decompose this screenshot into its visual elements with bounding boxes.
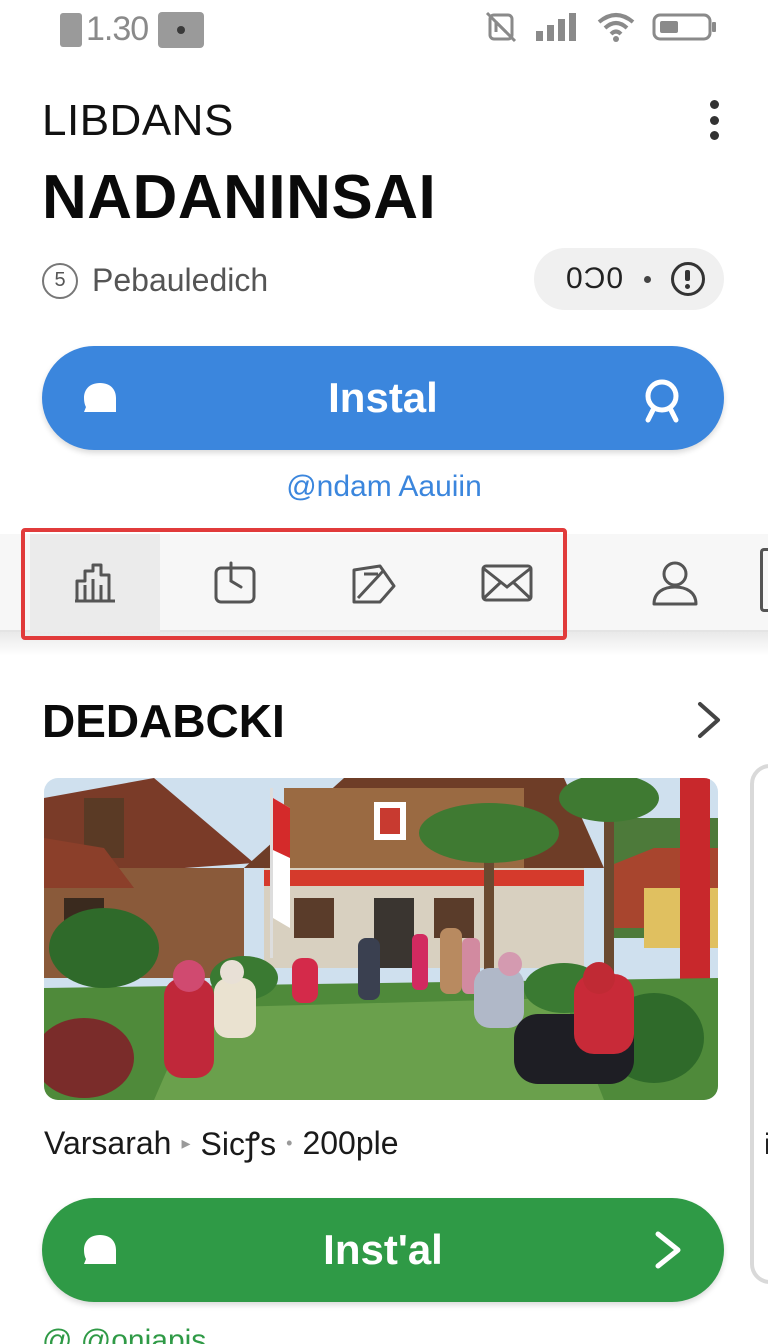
app-title: NADANINSAI bbox=[42, 163, 437, 232]
footer-link[interactable]: @ @oniapis bbox=[42, 1324, 206, 1344]
caption-part-3: 200ple bbox=[302, 1125, 399, 1161]
chat-bubble-icon bbox=[84, 383, 116, 412]
signal-icon bbox=[536, 13, 576, 41]
app-meta: 5 Pebauledich bbox=[42, 262, 268, 299]
meta-label: Pebauledich bbox=[92, 262, 269, 298]
caption-separator: • bbox=[286, 1133, 293, 1153]
info-icon bbox=[671, 262, 706, 296]
app-subtitle: LIBDANS bbox=[42, 96, 234, 145]
caption-part-1: Varsarah bbox=[44, 1125, 172, 1161]
next-card-label: i bbox=[764, 1128, 768, 1161]
pill-text: 0Ͻ0 bbox=[566, 262, 625, 295]
village-gathering-illustration bbox=[44, 778, 718, 1100]
chevron-right-icon[interactable] bbox=[694, 700, 724, 740]
install-button-secondary-label: Inst'al bbox=[323, 1226, 443, 1273]
more-options-icon[interactable] bbox=[700, 100, 728, 140]
install-button-secondary[interactable]: Inst'al bbox=[42, 1198, 724, 1302]
next-card-preview[interactable] bbox=[750, 764, 768, 1284]
card-caption: Varsarah ▸ Sicꝭs • 200ple bbox=[44, 1122, 399, 1165]
tab-overflow-edge bbox=[760, 548, 768, 612]
chevron-right-icon bbox=[655, 1231, 681, 1269]
status-icon-box bbox=[60, 12, 82, 47]
tab-profile[interactable] bbox=[610, 534, 740, 632]
battery-icon bbox=[652, 13, 716, 41]
section-title: DEDABCKI bbox=[42, 695, 285, 747]
pill-separator bbox=[644, 275, 652, 283]
chat-bubble-icon bbox=[84, 1235, 116, 1264]
developer-link[interactable]: @ndam Aauiin bbox=[0, 470, 768, 504]
wifi-icon bbox=[597, 13, 635, 42]
user-icon bbox=[652, 561, 698, 606]
nfc-off-icon bbox=[485, 11, 517, 43]
search-icon[interactable] bbox=[638, 376, 686, 424]
status-time: 1.30 bbox=[86, 10, 149, 48]
status-right bbox=[484, 10, 718, 44]
status-left: 1.30 bbox=[60, 10, 205, 49]
featured-image[interactable] bbox=[44, 778, 718, 1100]
caption-separator: ▸ bbox=[181, 1133, 191, 1153]
caption-part-2: Sicꝭs bbox=[200, 1126, 277, 1162]
install-button[interactable]: Instal bbox=[42, 346, 724, 450]
rating-badge: 5 bbox=[42, 262, 78, 299]
tab-group-highlight bbox=[21, 528, 567, 640]
status-bar: 1.30 bbox=[0, 0, 768, 60]
notification-icon bbox=[158, 11, 205, 48]
info-pill[interactable]: 0Ͻ0 bbox=[534, 248, 724, 310]
install-button-label: Instal bbox=[328, 374, 438, 421]
